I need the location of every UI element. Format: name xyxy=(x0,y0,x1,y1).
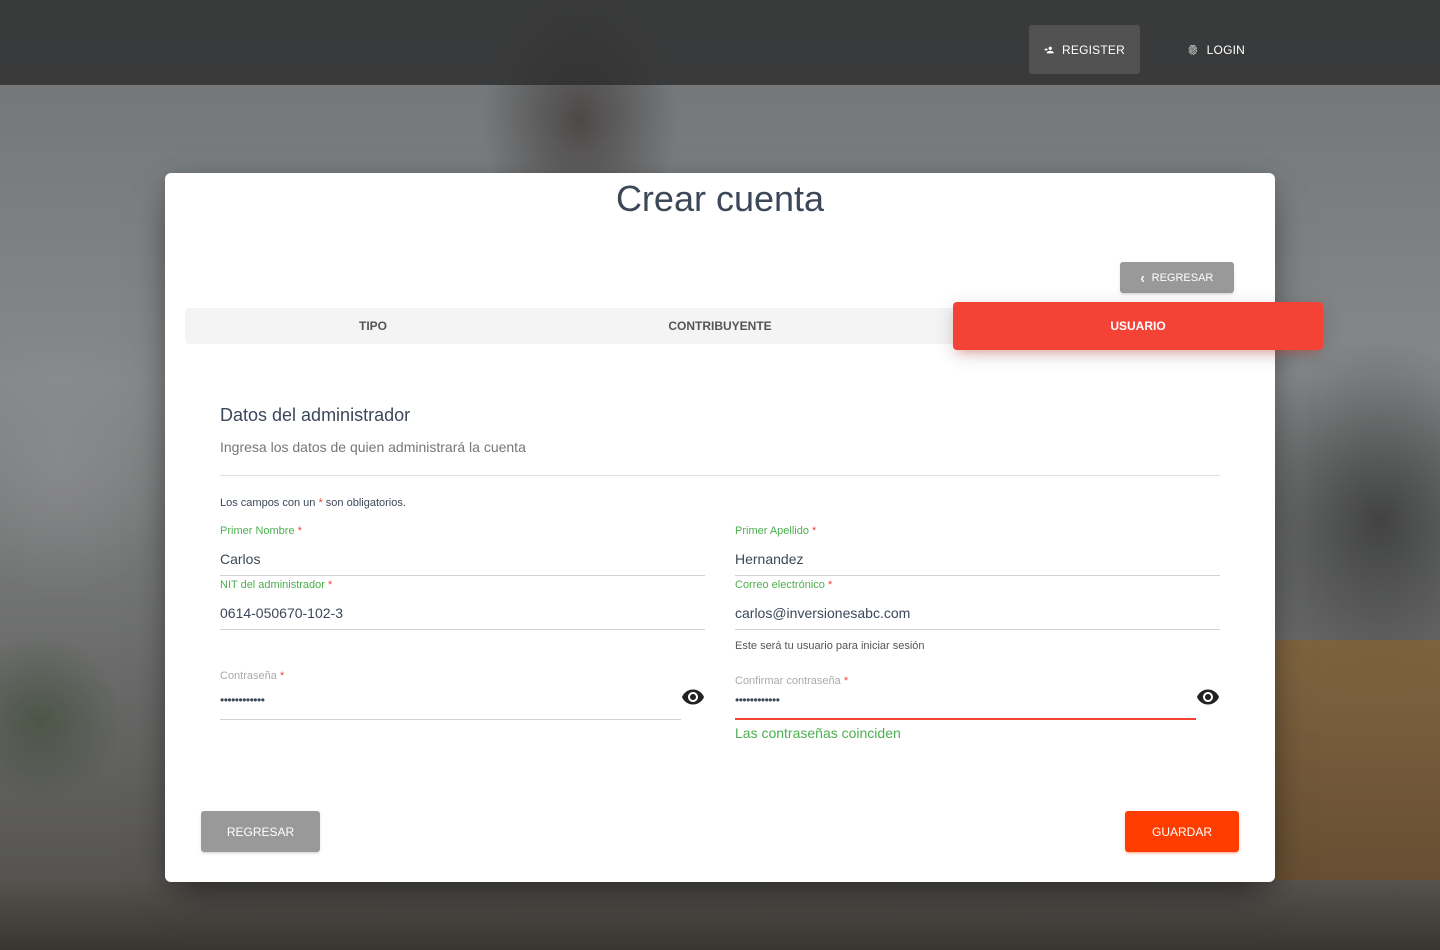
top-navbar: REGISTER LOGIN xyxy=(0,0,1440,85)
email-help-text: Este será tu usuario para iniciar sesión xyxy=(735,640,925,652)
required-asterisk: * xyxy=(843,675,849,687)
section-divider xyxy=(220,475,1220,476)
fingerprint-icon xyxy=(1188,44,1198,55)
confirm-password-field[interactable]: Confirmar contraseña * •••••••••••• xyxy=(735,675,1196,720)
eye-icon[interactable] xyxy=(1196,685,1220,709)
nit-label-text: NIT del administrador xyxy=(220,579,325,591)
tab-tipo[interactable]: TIPO xyxy=(185,308,561,344)
login-nav-label: LOGIN xyxy=(1206,42,1245,57)
first-name-label: Primer Nombre * xyxy=(220,525,302,537)
email-label-text: Correo electrónico xyxy=(735,579,825,591)
confirm-password-underline xyxy=(735,718,1196,720)
person-add-icon xyxy=(1044,46,1054,53)
first-name-field[interactable]: Primer Nombre * Carlos xyxy=(220,525,705,576)
email-value[interactable]: carlos@inversionesabc.com xyxy=(735,605,910,621)
save-button[interactable]: GUARDAR xyxy=(1125,811,1239,852)
section-subtitle: Ingresa los datos de quien administrará … xyxy=(220,439,526,455)
wizard-tabs: TIPO CONTRIBUYENTE USUARIO xyxy=(185,302,1323,350)
confirm-password-label: Confirmar contraseña * xyxy=(735,675,848,687)
confirm-password-value[interactable]: •••••••••••• xyxy=(735,693,780,707)
required-asterisk: * xyxy=(827,579,833,591)
password-value[interactable]: •••••••••••• xyxy=(220,693,265,707)
section-title: Datos del administrador xyxy=(220,405,411,425)
nit-underline xyxy=(220,629,705,630)
required-asterisk: * xyxy=(297,525,302,537)
back-top-button[interactable]: ‹ REGRESAR xyxy=(1120,262,1234,293)
required-asterisk: * xyxy=(318,497,323,509)
required-note-prefix: Los campos con un xyxy=(220,497,316,509)
password-field[interactable]: Contraseña * •••••••••••• xyxy=(220,670,681,720)
last-name-value[interactable]: Hernandez xyxy=(735,551,804,567)
email-label: Correo electrónico * xyxy=(735,579,832,591)
password-label: Contraseña * xyxy=(220,670,284,682)
back-button[interactable]: REGRESAR xyxy=(201,811,320,852)
first-name-value[interactable]: Carlos xyxy=(220,551,260,567)
back-top-label: REGRESAR xyxy=(1151,271,1214,284)
confirm-password-label-text: Confirmar contraseña xyxy=(735,675,841,687)
password-match-status: Las contraseñas coinciden xyxy=(735,725,901,741)
register-nav-link[interactable]: REGISTER xyxy=(1029,25,1140,74)
first-name-underline xyxy=(220,575,705,576)
nit-field[interactable]: NIT del administrador * 0614-050670-102-… xyxy=(220,579,705,630)
first-name-label-text: Primer Nombre xyxy=(220,525,295,537)
tab-contribuyente[interactable]: CONTRIBUYENTE xyxy=(541,308,899,344)
chevron-left-icon: ‹ xyxy=(1140,268,1145,287)
last-name-label: Primer Apellido * xyxy=(735,525,816,537)
required-asterisk: * xyxy=(328,579,333,591)
required-asterisk: * xyxy=(812,525,817,537)
required-fields-note: Los campos con un * son obligatorios. xyxy=(220,497,406,509)
register-nav-label: REGISTER xyxy=(1062,42,1125,57)
create-account-card: Crear cuenta ‹ REGRESAR TIPO CONTRIBUYEN… xyxy=(165,173,1323,882)
nit-value[interactable]: 0614-050670-102-3 xyxy=(220,605,343,621)
email-field[interactable]: Correo electrónico * carlos@inversionesa… xyxy=(735,579,1220,630)
email-underline xyxy=(735,629,1220,630)
login-nav-link[interactable]: LOGIN xyxy=(1172,25,1260,74)
password-underline xyxy=(220,719,681,720)
tab-usuario[interactable]: USUARIO xyxy=(953,302,1323,350)
required-asterisk: * xyxy=(279,670,285,682)
nit-label: NIT del administrador * xyxy=(220,579,332,591)
last-name-field[interactable]: Primer Apellido * Hernandez xyxy=(735,525,1220,576)
password-label-text: Contraseña xyxy=(220,670,277,682)
last-name-label-text: Primer Apellido xyxy=(735,525,809,537)
last-name-underline xyxy=(735,575,1220,576)
required-note-suffix: son obligatorios. xyxy=(325,497,406,509)
eye-icon[interactable] xyxy=(681,685,705,709)
page-title: Crear cuenta xyxy=(615,178,825,219)
